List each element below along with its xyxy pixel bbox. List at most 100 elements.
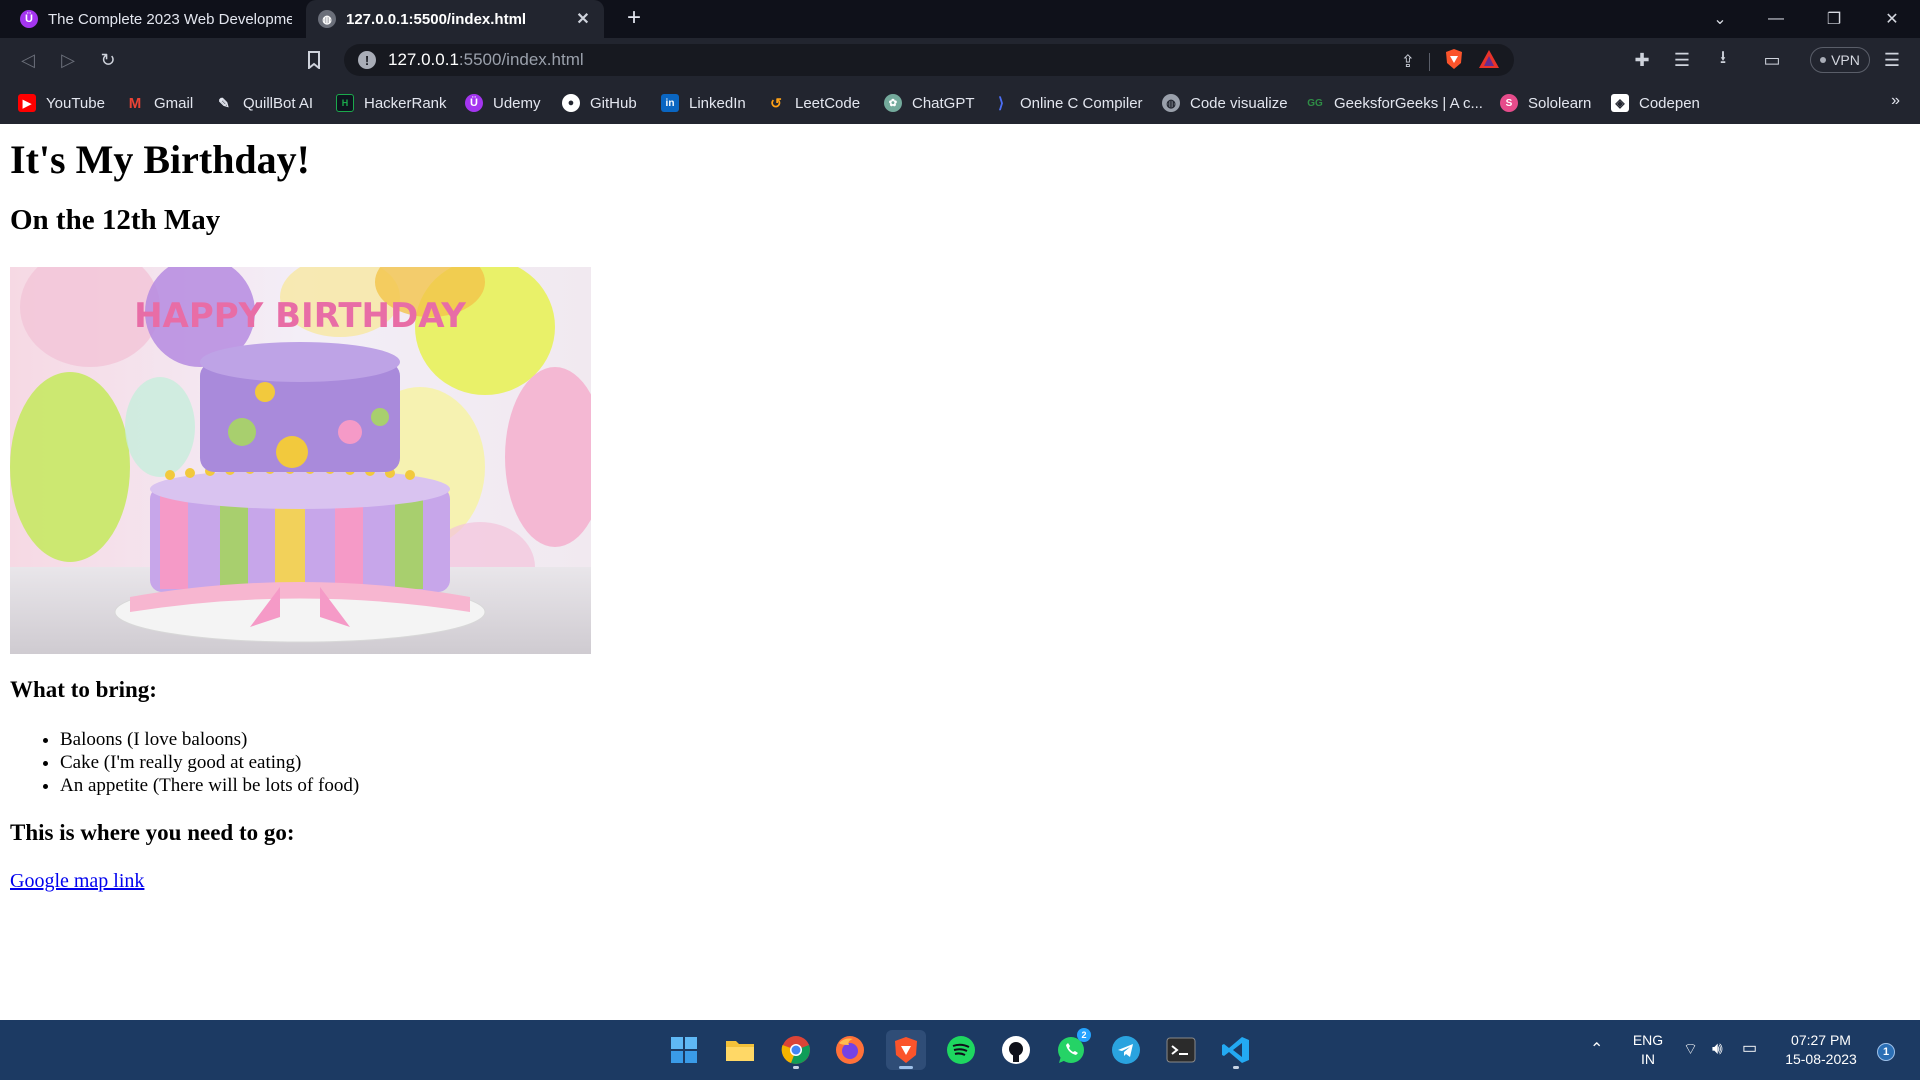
- more-bookmarks-icon[interactable]: »: [1891, 92, 1900, 110]
- list-item: An appetite (There will be lots of food): [60, 774, 359, 797]
- bookmark-label: Code visualize: [1190, 94, 1288, 112]
- close-window-button[interactable]: ✕: [1864, 0, 1920, 38]
- page-title: It's My Birthday!: [10, 137, 310, 182]
- geeksforgeeks-icon: GG: [1307, 97, 1323, 109]
- close-tab-icon[interactable]: ✕: [574, 9, 592, 29]
- bookmark-label: ChatGPT: [912, 94, 975, 112]
- brave-rewards-icon[interactable]: [1478, 49, 1500, 74]
- volume-icon[interactable]: 🔊︎: [1712, 1039, 1723, 1058]
- running-indicator: [1233, 1066, 1239, 1069]
- bookmark-code-visualize[interactable]: ◍ Code visualize: [1162, 92, 1288, 114]
- page-content: It's My Birthday! On the 12th May HAPPY …: [0, 124, 1920, 1020]
- tab-localhost[interactable]: ◍ 127.0.0.1:5500/index.html ✕: [306, 0, 604, 38]
- cake-candle-text: HAPPY BIRTHDAY: [134, 296, 466, 336]
- bookmark-gmail[interactable]: M Gmail: [126, 92, 193, 114]
- bookmark-youtube[interactable]: ▶ YouTube: [18, 92, 105, 114]
- leetcode-icon: ↺: [770, 94, 782, 111]
- bookmark-online-c-compiler[interactable]: ⟩ Online C Compiler: [992, 92, 1143, 114]
- terminal-icon[interactable]: [1161, 1030, 1201, 1070]
- bookmark-label: GitHub: [590, 94, 637, 112]
- brave-shields-icon[interactable]: [1444, 48, 1464, 75]
- back-icon[interactable]: ◁: [14, 46, 42, 74]
- wifi-icon[interactable]: ⌔: [1683, 1040, 1698, 1059]
- bookmark-chatgpt[interactable]: ✿ ChatGPT: [884, 92, 975, 114]
- linkedin-icon: in: [661, 94, 679, 112]
- tab-search-chevron-icon[interactable]: ⌄: [1692, 0, 1748, 38]
- telegram-icon[interactable]: [1106, 1030, 1146, 1070]
- chrome-icon[interactable]: [776, 1030, 816, 1070]
- whatsapp-badge: 2: [1077, 1028, 1091, 1042]
- bring-heading: What to bring:: [10, 677, 157, 702]
- tab-strip: Ü The Complete 2023 Web Developmer ◍ 127…: [0, 0, 1920, 38]
- bookmark-codepen[interactable]: ◈ Codepen: [1611, 92, 1700, 114]
- hackerrank-icon: H: [336, 94, 354, 112]
- bookmark-quillbot[interactable]: ✎ QuillBot AI: [215, 92, 313, 114]
- share-icon[interactable]: ⇪: [1401, 52, 1415, 72]
- firefox-icon[interactable]: [830, 1030, 870, 1070]
- language-indicator[interactable]: ENG IN: [1630, 1031, 1666, 1069]
- brave-icon[interactable]: [886, 1030, 926, 1070]
- minimize-button[interactable]: —: [1748, 0, 1804, 38]
- google-map-link[interactable]: Google map link: [10, 870, 144, 893]
- globe-icon: ◍: [1162, 94, 1180, 112]
- reading-list-icon[interactable]: ☰: [1668, 46, 1696, 74]
- tab-title: 127.0.0.1:5500/index.html: [346, 10, 527, 28]
- bookmark-udemy[interactable]: Ü Udemy: [465, 92, 541, 114]
- clock[interactable]: 07:27 PM 15-08-2023: [1776, 1031, 1866, 1069]
- restore-button[interactable]: ❐: [1806, 0, 1862, 38]
- bookmark-icon[interactable]: [300, 46, 328, 74]
- list-item: Baloons (I love baloons): [60, 728, 359, 751]
- bookmark-github[interactable]: ● GitHub: [562, 92, 637, 114]
- bookmark-label: LinkedIn: [689, 94, 746, 112]
- menu-icon[interactable]: ☰: [1878, 46, 1906, 74]
- battery-icon[interactable]: ▭: [1742, 1039, 1757, 1058]
- url-path: :5500/index.html: [458, 50, 584, 69]
- bookmark-label: HackerRank: [364, 94, 447, 112]
- sololearn-icon: S: [1500, 94, 1518, 112]
- bookmark-label: Online C Compiler: [1020, 94, 1143, 112]
- address-bar[interactable]: ! 127.0.0.1 :5500/index.html ⇪: [344, 44, 1514, 76]
- bookmark-label: GeeksforGeeks | A c...: [1334, 94, 1483, 112]
- chatgpt-icon: ✿: [884, 94, 902, 112]
- bookmark-label: Codepen: [1639, 94, 1700, 112]
- url-host: 127.0.0.1: [388, 50, 459, 69]
- page-subtitle: On the 12th May: [10, 204, 221, 236]
- globe-icon: ◍: [318, 10, 336, 28]
- vpn-label: VPN: [1831, 52, 1860, 68]
- extensions-icon[interactable]: ✚: [1628, 46, 1656, 74]
- file-explorer-icon[interactable]: [720, 1030, 760, 1070]
- browser-toolbar: ◁ ▷ ↻ ! 127.0.0.1 :5500/index.html ⇪ ✚ ☰…: [0, 38, 1920, 82]
- tab-title: The Complete 2023 Web Developmer: [48, 10, 292, 28]
- show-hidden-icons-chevron-icon[interactable]: ⌃: [1590, 1040, 1603, 1059]
- youtube-icon: ▶: [18, 94, 36, 112]
- windows-start-icon[interactable]: [664, 1030, 704, 1070]
- reload-icon[interactable]: ↻: [94, 46, 122, 74]
- bookmark-linkedin[interactable]: in LinkedIn: [661, 92, 746, 114]
- vscode-icon[interactable]: [1216, 1030, 1256, 1070]
- download-icon[interactable]: ⭳: [1709, 46, 1737, 74]
- github-desktop-icon[interactable]: [996, 1030, 1036, 1070]
- compiler-icon: ⟩: [998, 95, 1004, 112]
- wallet-icon[interactable]: ▭: [1758, 46, 1786, 74]
- bookmark-hackerrank[interactable]: H HackerRank: [336, 92, 447, 114]
- clock-time: 07:27 PM: [1791, 1032, 1851, 1048]
- forward-icon[interactable]: ▷: [54, 46, 82, 74]
- bookmark-label: QuillBot AI: [243, 94, 314, 112]
- bookmark-leetcode[interactable]: ↺ LeetCode: [767, 92, 860, 114]
- vpn-button[interactable]: VPN: [1810, 47, 1870, 73]
- bookmark-geeksforgeeks[interactable]: GG GeeksforGeeks | A c...: [1306, 92, 1483, 114]
- new-tab-button[interactable]: +: [620, 5, 648, 33]
- codepen-icon: ◈: [1611, 94, 1629, 112]
- spotify-icon[interactable]: [941, 1030, 981, 1070]
- notification-badge[interactable]: 1: [1877, 1043, 1895, 1061]
- tab-udemy-course[interactable]: Ü The Complete 2023 Web Developmer: [8, 0, 304, 38]
- language-code: ENG: [1632, 1032, 1664, 1048]
- whatsapp-icon[interactable]: 2: [1051, 1028, 1091, 1070]
- bookmark-sololearn[interactable]: S Sololearn: [1500, 92, 1591, 114]
- language-region: IN: [1641, 1051, 1655, 1067]
- vpn-status-dot: [1820, 57, 1827, 63]
- site-info-icon[interactable]: !: [358, 51, 376, 69]
- bookmark-label: YouTube: [46, 94, 105, 112]
- bookmark-label: Sololearn: [1528, 94, 1592, 112]
- bookmark-label: Udemy: [493, 94, 541, 112]
